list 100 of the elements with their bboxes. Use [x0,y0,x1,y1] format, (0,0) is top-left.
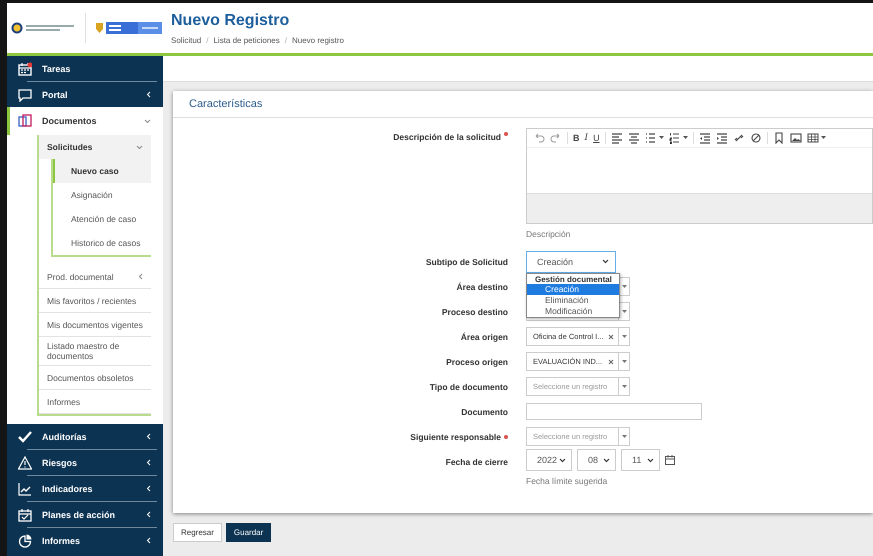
caret-icon [622,284,626,288]
field-label: Tipo de documento [430,382,508,392]
calendar-icon [18,62,32,76]
chevron-left-icon [146,485,151,492]
date-select[interactable]: 11 [621,449,660,471]
table-icon[interactable] [806,132,819,144]
dropdown-option[interactable]: Eliminación [527,295,619,306]
save-button[interactable]: Guardar [226,523,272,542]
field-label: Proceso origen [446,356,508,366]
field-label: Fecha de cierre [446,456,508,466]
indent-icon[interactable] [716,132,728,144]
date-select[interactable]: 2022 [526,449,572,471]
chevron-left-icon [146,459,151,466]
agency-logo-icon [11,22,77,34]
caret-icon [622,310,626,314]
align-left-icon[interactable] [610,132,623,144]
sidebar-item[interactable]: Informes [39,390,151,414]
chevron-down-icon [144,118,151,124]
field-hint: Fecha límite sugerida [526,476,608,486]
toolbar-button[interactable]: U [593,132,600,144]
sidebar-item[interactable]: Historico de casos [53,231,151,255]
outdent-icon[interactable] [698,132,711,144]
field-label: Proceso destino [442,306,508,316]
link-icon[interactable] [732,132,745,144]
toolbar-button[interactable]: B [573,132,580,144]
card-title: Características [173,91,873,118]
back-button[interactable]: Regresar [173,523,222,542]
sidebar-item[interactable]: Listado maestro de documentos [39,337,151,366]
sidebar-item[interactable]: Tareas [7,56,163,81]
field-hint: Descripción [526,229,572,239]
align-center-icon[interactable] [628,132,640,144]
calendar-icon[interactable] [665,455,675,465]
sidebar-item[interactable]: Mis favoritos / recientes [39,289,151,313]
caret-icon [622,360,626,364]
chevron-down-icon [136,144,143,150]
numbered-list-icon[interactable] [668,132,681,144]
sidebar-item[interactable]: Planes de acción [7,502,163,527]
breadcrumb-link[interactable]: Lista de peticiones [213,36,280,44]
page-title: Nuevo Registro [171,12,290,30]
chevron-left-icon [146,91,151,98]
caret-icon [658,136,664,140]
bulleted-list-icon[interactable] [644,132,657,144]
sidebar-item[interactable]: Asignación [53,183,151,207]
field-label: Área origen [460,332,508,342]
bookmark-icon[interactable] [772,132,785,144]
unlink-icon[interactable] [750,132,762,144]
sidebar-item[interactable]: Informes [7,528,163,553]
sidebar-item[interactable]: Documentos obsoletos [39,366,151,390]
caret-icon [682,136,688,140]
field-label: Descripción de la solicitud [393,132,501,142]
sidebar-item[interactable]: Nuevo caso [53,159,151,183]
ministry-logo-icon [94,22,162,34]
sidebar-item[interactable]: Solicitudes [39,135,151,159]
chevron-left-icon [146,537,151,544]
field-label: Siguiente responsable [410,432,501,442]
caret-icon [820,136,826,140]
sidebar-item[interactable]: Atención de caso [53,207,151,231]
option-group-label: Gestión documental [534,274,613,284]
breadcrumb-separator: / [206,36,208,44]
caret-icon [622,334,626,338]
check-icon [18,430,32,444]
documents-icon [18,114,32,128]
field-label: Documento [461,406,508,416]
sidebar-item[interactable]: Portal [7,82,163,107]
chevron-down-icon [602,259,609,264]
image-icon[interactable] [790,132,802,144]
breadcrumb-separator: / [284,36,287,44]
sidebar-item[interactable]: Mis documentos vigentes [39,313,151,337]
breadcrumb-link[interactable]: Solicitud [171,36,202,44]
chevron-left-icon [138,273,143,280]
sidebar-item[interactable]: Indicadores [7,476,163,501]
field-label: Subtipo de Solicitud [426,256,508,266]
caret-icon [622,434,626,438]
sidebar-item[interactable]: Prod. documental [39,265,151,289]
toolbar-button[interactable]: I [584,132,588,144]
chevron-left-icon [146,433,151,440]
pie-chart-icon [18,534,32,548]
dropdown-option[interactable]: Modificación [527,306,619,317]
chevron-down-icon [559,458,566,462]
chat-bubble-icon [18,88,32,102]
field-label: Área destino [456,282,508,292]
clear-icon [608,358,614,364]
select-field[interactable]: Creación [526,250,616,272]
undo-icon[interactable] [533,132,545,144]
chevron-down-icon [603,458,610,462]
chevron-left-icon [146,511,151,518]
dropdown-option[interactable]: Creación [527,284,619,295]
clear-icon [608,334,614,340]
rich-text-editor[interactable]: B I U [526,128,873,224]
calendar-check-icon [18,508,32,522]
redo-icon[interactable] [550,132,562,144]
line-chart-icon [18,482,32,496]
input-field[interactable] [526,403,702,420]
breadcrumb-link[interactable]: Nuevo registro [292,36,344,44]
warning-icon [18,456,32,470]
sidebar-item[interactable]: Riesgos [7,450,163,475]
caret-icon [622,384,626,388]
chevron-down-icon [647,458,654,462]
date-select[interactable]: 08 [577,449,616,471]
sidebar-item[interactable]: Auditorías [7,424,163,449]
